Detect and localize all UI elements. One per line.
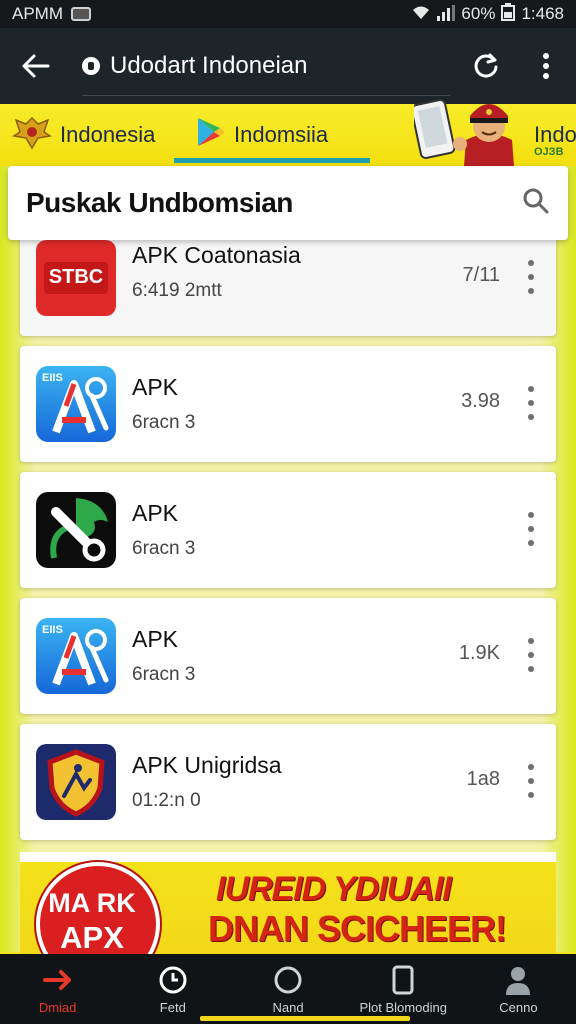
tab-label: Indomsiia bbox=[234, 122, 329, 147]
more-options-icon[interactable] bbox=[526, 764, 536, 798]
wrench-icon bbox=[36, 492, 116, 568]
nav-item-nand[interactable]: Nand bbox=[230, 954, 345, 1024]
app-list-item[interactable]: EIIS APK 6racn 3 3.98 bbox=[20, 346, 556, 462]
more-options-icon[interactable] bbox=[526, 386, 536, 420]
tab-label: Indo bbox=[534, 122, 576, 147]
app-meta: 01:2:n 0 bbox=[132, 790, 201, 811]
circle-icon bbox=[272, 964, 304, 996]
phone-icon bbox=[387, 964, 419, 996]
arrow-icon bbox=[42, 964, 74, 996]
nav-item-fetd[interactable]: Fetd bbox=[115, 954, 230, 1024]
nav-label: Nand bbox=[272, 999, 304, 1015]
app-name: APK bbox=[132, 500, 179, 526]
app-list-item[interactable]: APK 6racn 3 bbox=[20, 472, 556, 588]
more-options-icon[interactable] bbox=[526, 260, 536, 294]
tab-indomsiia[interactable]: Indomsiia bbox=[196, 104, 328, 166]
app-meta: 6:419 2mtt bbox=[132, 280, 222, 301]
app-store-icon: EIIS bbox=[36, 366, 116, 442]
tab-sublabel: ОЈЗВ bbox=[534, 146, 564, 158]
tab-indonesia[interactable]: Indonesia bbox=[12, 104, 155, 166]
battery-percent: 60% bbox=[461, 4, 496, 23]
back-arrow-icon[interactable] bbox=[0, 28, 72, 104]
status-time-left: APMM bbox=[12, 4, 63, 23]
app-name: APK bbox=[132, 626, 179, 652]
app-size: 1.9K bbox=[458, 642, 500, 664]
status-time-right: 1:468 bbox=[521, 4, 564, 23]
nav-item-plot-blomoding[interactable]: Plot Blomoding bbox=[346, 954, 461, 1024]
nav-label: Plot Blomoding bbox=[359, 999, 447, 1015]
app-size: 1a8 bbox=[466, 768, 500, 790]
more-options-icon[interactable] bbox=[526, 512, 536, 546]
app-list-item[interactable]: STBC APK Coatonasia 6:419 2mtt 7/11 bbox=[20, 236, 556, 336]
promo-banner[interactable]: MA RK APX IUREID YDIUAII DNAN SCICHEER! bbox=[20, 852, 556, 954]
icon-text: STBC bbox=[48, 266, 104, 288]
app-size: 7/11 bbox=[462, 264, 500, 286]
url-field[interactable]: Udodart Indoneian bbox=[82, 36, 450, 96]
notification-icon bbox=[71, 7, 91, 21]
app-bar: Udodart Indoneian bbox=[0, 28, 576, 104]
app-meta: 6racn 3 bbox=[132, 412, 196, 433]
play-store-icon bbox=[196, 116, 226, 154]
nav-label: Cenno bbox=[499, 999, 538, 1015]
badge-text-line1: MA RK bbox=[48, 888, 136, 918]
icon-text: EIIS bbox=[42, 624, 63, 636]
refresh-icon[interactable] bbox=[456, 28, 516, 104]
nav-item-cenno[interactable]: Cenno bbox=[461, 954, 576, 1024]
search-title: Puskak Undbomsian bbox=[26, 187, 293, 218]
banner-headline-1: IUREID YDIUAII bbox=[216, 870, 452, 908]
app-list-item[interactable]: EIIS APK 6racn 3 1.9K bbox=[20, 598, 556, 714]
person-icon bbox=[502, 964, 534, 996]
battery-icon bbox=[501, 2, 516, 26]
nav-item-dmiad[interactable]: Dmiad bbox=[0, 954, 115, 1024]
wifi-icon bbox=[411, 5, 431, 24]
app-name: APK Unigridsa bbox=[132, 752, 282, 778]
home-indicator bbox=[200, 1016, 410, 1021]
app-store-icon: EIIS bbox=[36, 618, 116, 694]
url-text: Udodart Indoneian bbox=[110, 51, 308, 79]
app-name: APK Coatonasia bbox=[132, 242, 301, 268]
app-meta: 6racn 3 bbox=[132, 664, 196, 685]
app-list-item[interactable]: APK Unigridsa 01:2:n 0 1a8 bbox=[20, 724, 556, 840]
stbc-logo-icon: STBC bbox=[36, 240, 116, 316]
mascot-illustration bbox=[410, 98, 524, 166]
search-icon[interactable] bbox=[522, 187, 550, 220]
location-icon bbox=[82, 56, 100, 75]
shield-icon bbox=[36, 744, 116, 820]
bottom-navigation: Dmiad Fetd Nand Plot Blomoding Cenno bbox=[0, 954, 576, 1024]
overflow-menu-icon[interactable] bbox=[516, 28, 576, 104]
clock-icon bbox=[157, 964, 189, 996]
badge-text-line2: APX bbox=[60, 920, 124, 954]
banner-headline-2: DNAN SCICHEER! bbox=[208, 908, 507, 949]
status-bar: APMM 60% 1:468 bbox=[0, 0, 576, 28]
nav-label: Fetd bbox=[159, 999, 186, 1015]
app-name: APK bbox=[132, 374, 179, 400]
app-meta: 6racn 3 bbox=[132, 538, 196, 559]
icon-text: EIIS bbox=[42, 372, 63, 384]
tab-label: Indonesia bbox=[60, 122, 156, 147]
nav-label: Dmiad bbox=[38, 999, 77, 1015]
search-header[interactable]: Puskak Undbomsian bbox=[8, 166, 568, 240]
signal-icon bbox=[437, 4, 456, 24]
more-options-icon[interactable] bbox=[526, 638, 536, 672]
active-tab-indicator bbox=[174, 158, 370, 163]
emblem-icon bbox=[12, 114, 52, 156]
app-size: 3.98 bbox=[461, 390, 500, 412]
